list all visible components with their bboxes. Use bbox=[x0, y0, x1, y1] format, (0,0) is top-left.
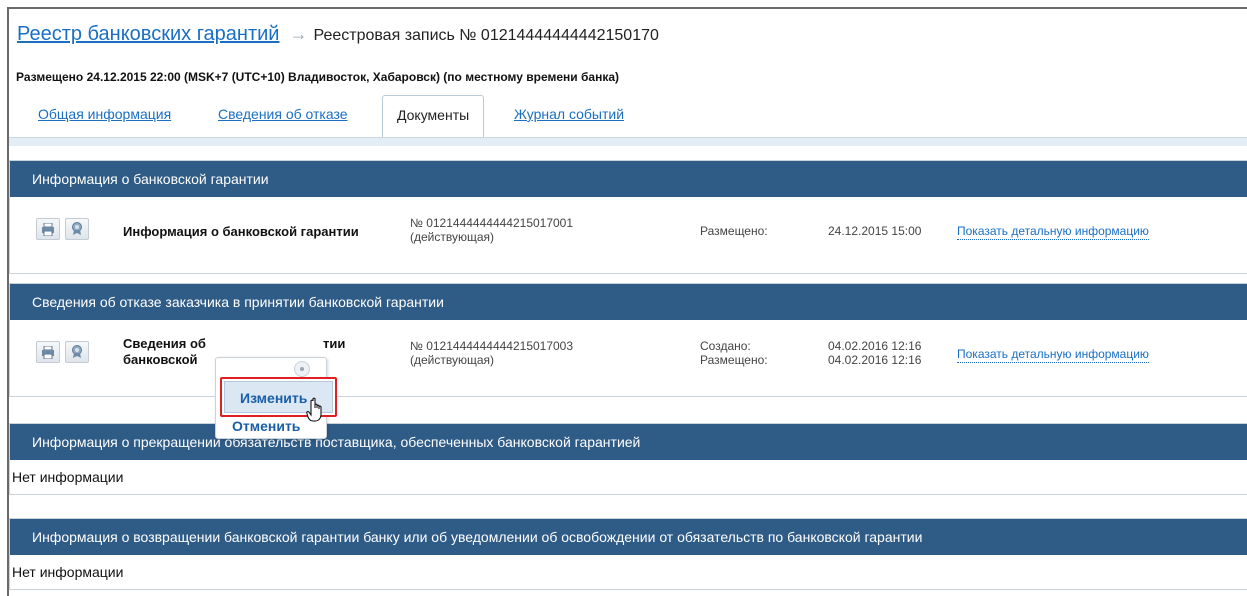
section-termination-info: Информация о прекращении обязательств по… bbox=[9, 423, 1247, 495]
section-header: Сведения об отказе заказчика в принятии … bbox=[10, 284, 1247, 320]
section-header: Информация о прекращении обязательств по… bbox=[10, 424, 1247, 460]
placed-date: 04.02.2016 12:16 bbox=[828, 353, 922, 367]
document-row: Сведения об тии банковской № 01214444444… bbox=[10, 320, 1247, 396]
created-label: Создано: bbox=[700, 339, 751, 353]
section-header: Информация о возвращении банковской гара… bbox=[10, 519, 1247, 555]
signature-button[interactable] bbox=[65, 341, 89, 363]
tab-general-info[interactable]: Общая информация bbox=[38, 95, 171, 137]
created-date: 04.02.2016 12:16 bbox=[828, 339, 922, 353]
print-button[interactable] bbox=[36, 341, 60, 363]
print-icon bbox=[42, 345, 54, 359]
breadcrumb: Реестр банковских гарантий → Реестровая за… bbox=[17, 23, 659, 46]
tab-event-log[interactable]: Журнал событий bbox=[514, 95, 624, 137]
tab-documents[interactable]: Документы bbox=[382, 95, 485, 138]
print-icon bbox=[42, 222, 54, 236]
section-guarantee-info: Информация о банковской гарантии Информа… bbox=[9, 160, 1247, 274]
section-header: Информация о банковской гарантии bbox=[10, 161, 1247, 197]
document-status: (действующая) bbox=[410, 353, 495, 367]
tab-bar: Общая информация Сведения об отказе Доку… bbox=[9, 95, 1247, 143]
section-return-info: Информация о возвращении банковской гара… bbox=[9, 518, 1247, 590]
tab-underline bbox=[9, 137, 1247, 146]
empty-message: Нет информации bbox=[12, 469, 124, 485]
document-title: Информация о банковской гарантии bbox=[123, 224, 359, 239]
document-title-line1-tail: тии bbox=[323, 336, 346, 351]
certificate-icon bbox=[72, 345, 82, 358]
certificate-icon bbox=[72, 222, 82, 235]
hand-cursor-icon bbox=[306, 397, 322, 422]
breadcrumb-arrow-icon: → bbox=[289, 24, 308, 44]
document-number: № 0121444444444215017003 bbox=[410, 339, 574, 353]
document-row: Информация о банковской гарантии № 01214… bbox=[10, 197, 1247, 273]
page-title: Реестровая запись № 01214444444442150170 bbox=[313, 27, 659, 44]
empty-message: Нет информации bbox=[12, 564, 124, 580]
placed-date: 24.12.2015 15:00 bbox=[828, 224, 922, 238]
signature-button[interactable] bbox=[65, 218, 89, 240]
breadcrumb-registry-link[interactable]: Реестр банковских гарантий bbox=[17, 23, 279, 45]
menu-anchor-icon bbox=[294, 361, 310, 377]
document-number: № 0121444444444215017001 bbox=[410, 216, 574, 230]
document-status: (действующая) bbox=[410, 230, 495, 244]
document-title-line2: банковской bbox=[123, 352, 198, 367]
placed-label: Размещено: bbox=[700, 224, 768, 238]
show-details-link[interactable]: Показать детальную информацию bbox=[957, 347, 1149, 363]
document-title-line1: Сведения об bbox=[123, 336, 206, 351]
cancel-menu-item[interactable]: Отменить bbox=[232, 417, 300, 435]
placed-label: Размещено: bbox=[700, 353, 768, 367]
placed-datetime: Размещено 24.12.2015 22:00 (MSK+7 (UTC+1… bbox=[16, 70, 620, 84]
page-frame: Реестр банковских гарантий → Реестровая за… bbox=[7, 7, 1247, 596]
print-button[interactable] bbox=[36, 218, 60, 240]
tab-refusal-info[interactable]: Сведения об отказе bbox=[218, 95, 348, 137]
section-refusal-info: Сведения об отказе заказчика в принятии … bbox=[9, 283, 1247, 397]
show-details-link[interactable]: Показать детальную информацию bbox=[957, 224, 1149, 240]
